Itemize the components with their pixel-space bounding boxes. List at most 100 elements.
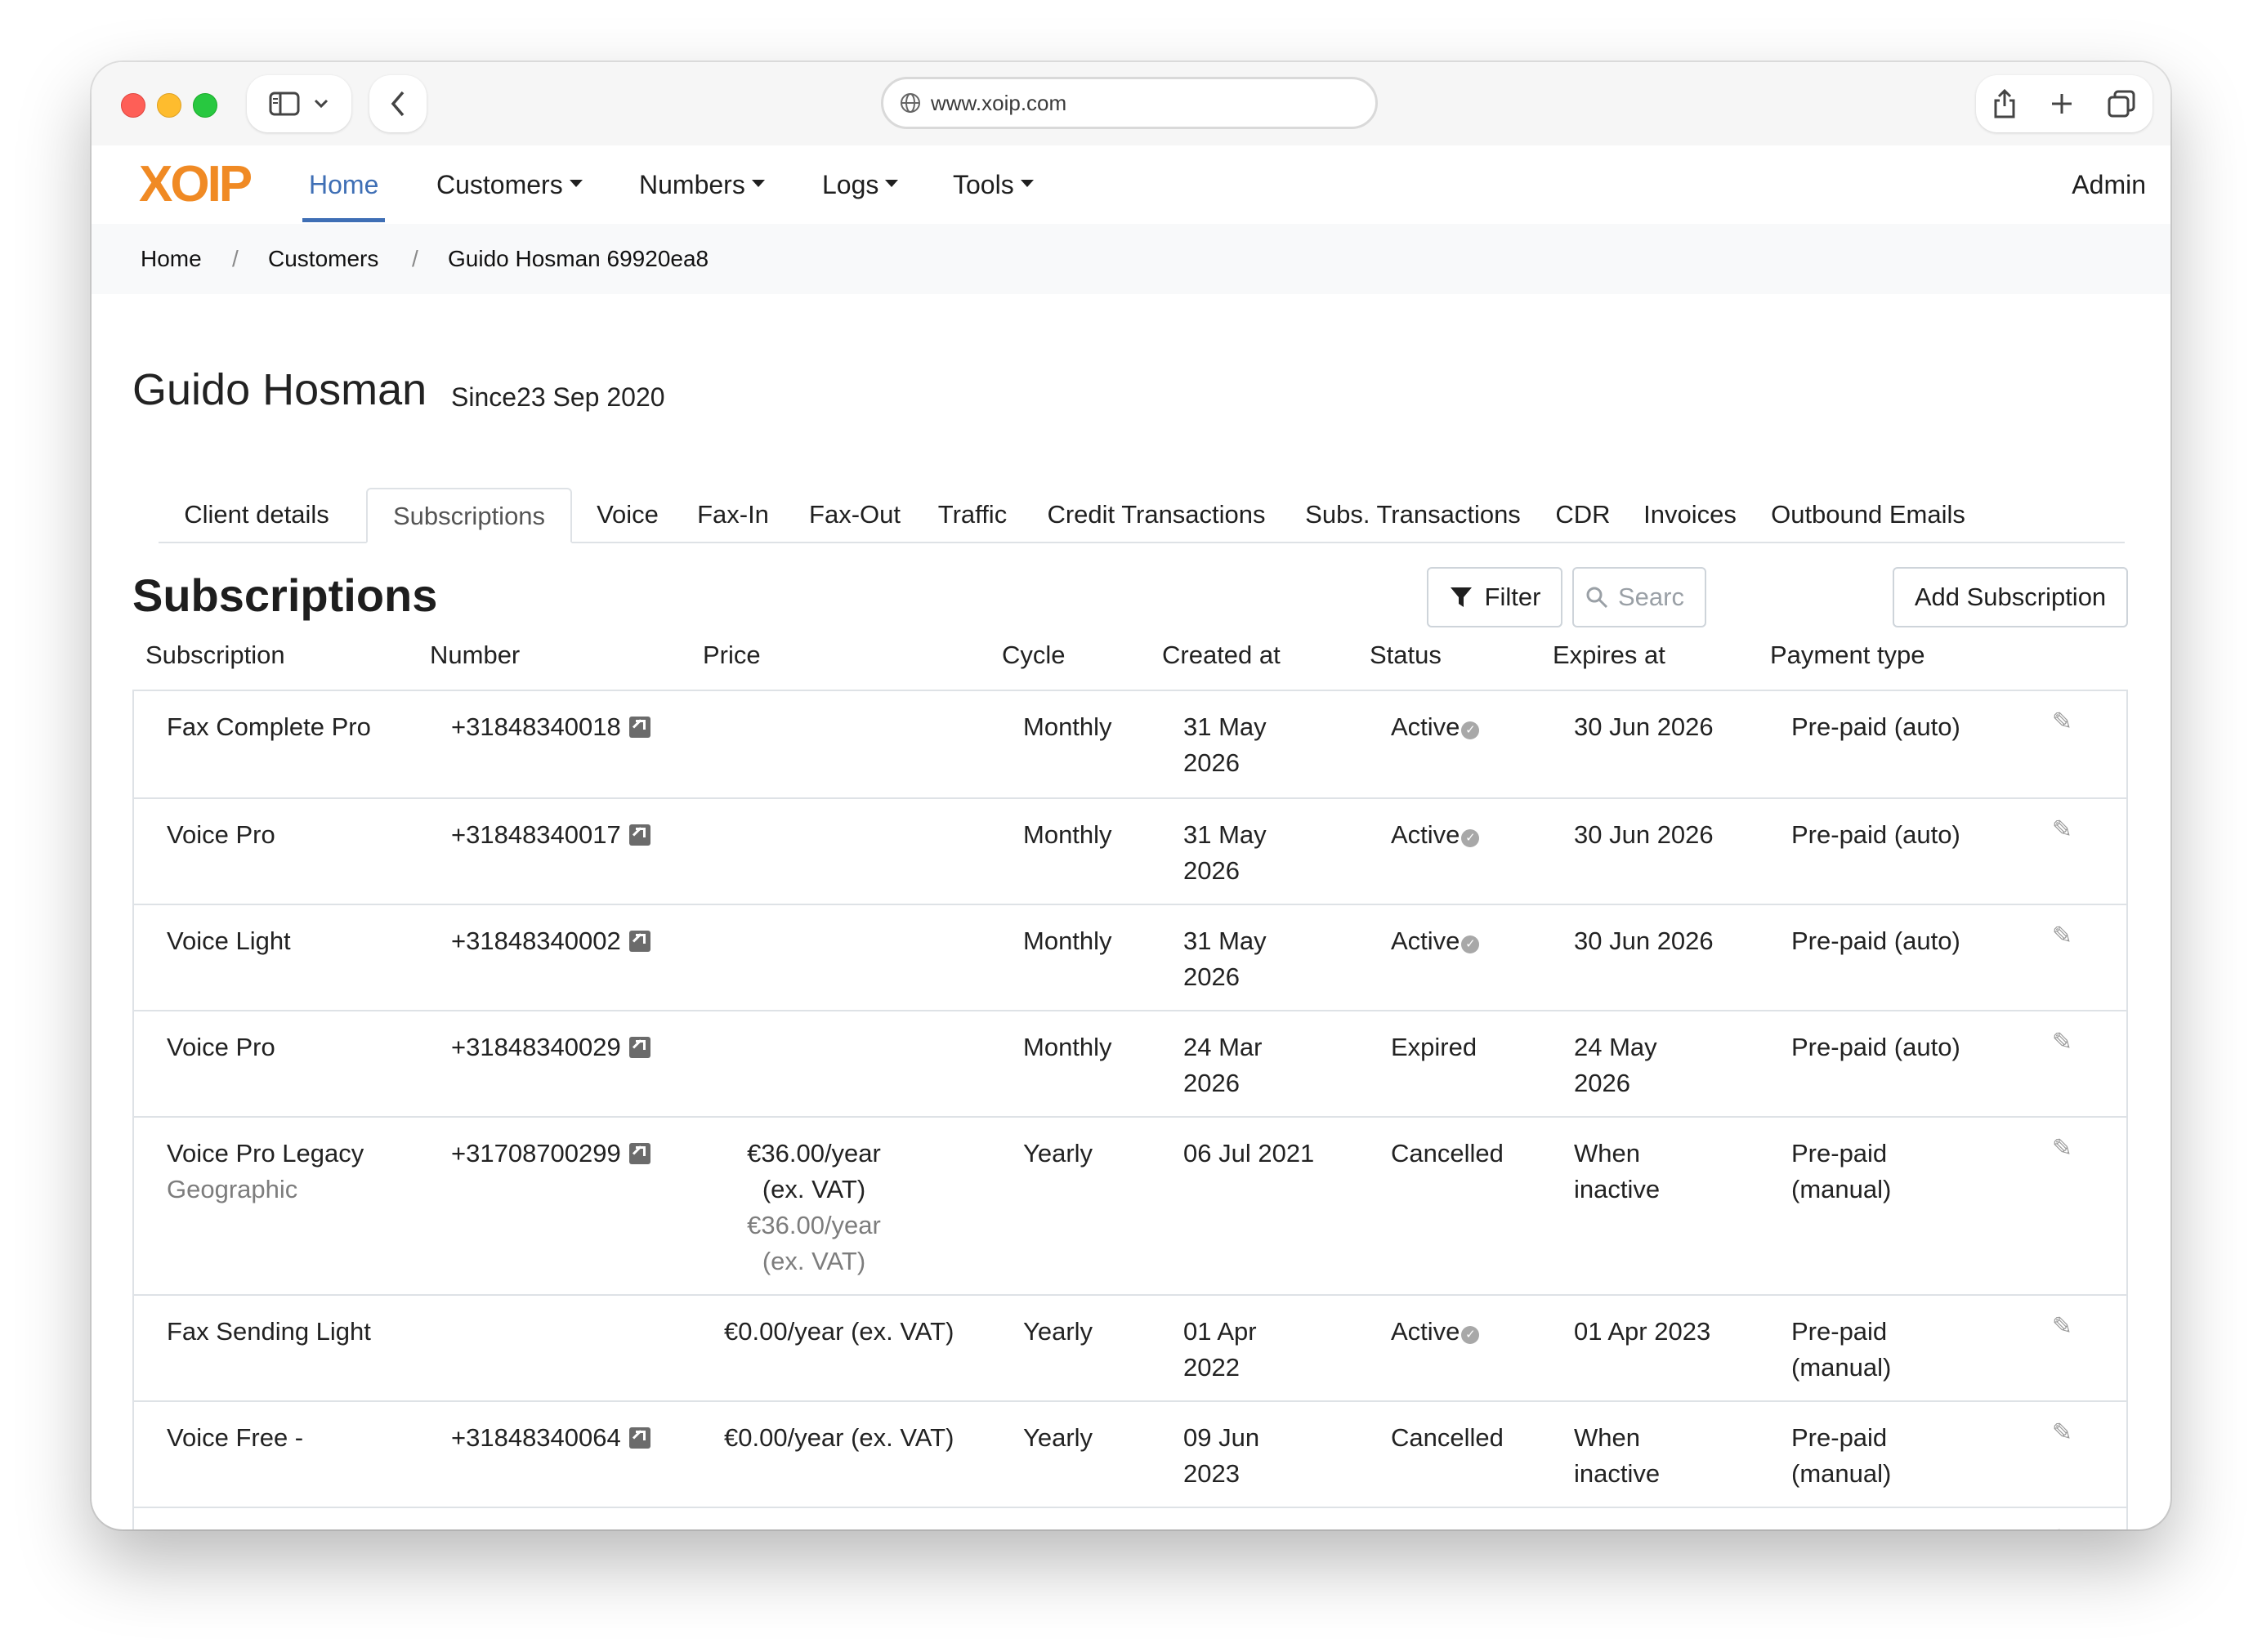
breadcrumb-current: Guido Hosman 69920ea8 xyxy=(448,246,709,271)
cell-status: Cancelled xyxy=(1391,1139,1504,1168)
tab-voice[interactable]: Voice xyxy=(587,488,668,542)
column-header-subscription[interactable]: Subscription xyxy=(145,641,285,670)
tab-subscriptions[interactable]: Subscriptions xyxy=(366,488,572,543)
created-year-line: 2026 xyxy=(1183,856,1240,885)
created-date-line: 09 Jun xyxy=(1183,1423,1260,1452)
table-row[interactable]: Fax Sending Light €0.00/year (ex. VAT) Y… xyxy=(134,1296,2126,1402)
nav-numbers-dropdown[interactable]: Numbers xyxy=(639,145,765,224)
pencil-edit-icon[interactable]: ✎ xyxy=(2052,1028,2072,1056)
cell-number: +31848340064 xyxy=(451,1420,650,1456)
nav-numbers-label: Numbers xyxy=(639,170,745,199)
check-circle-icon: ✓ xyxy=(1461,721,1480,739)
external-link-icon[interactable] xyxy=(628,931,650,952)
nav-logs-label: Logs xyxy=(822,170,879,199)
nav-home-label: Home xyxy=(309,170,379,199)
search-placeholder: Searc xyxy=(1618,583,1684,611)
table-row[interactable]: Voice Pro +31848340029 Monthly 24 Mar 202… xyxy=(134,1011,2126,1118)
table-row[interactable]: Voice Free - +31848340064 €0.00/year (ex… xyxy=(134,1402,2126,1508)
column-header-created-at[interactable]: Created at xyxy=(1162,641,1281,670)
address-bar[interactable]: www.xoip.com xyxy=(881,77,1378,129)
column-header-cycle[interactable]: Cycle xyxy=(1002,641,1066,670)
zoom-window-button[interactable] xyxy=(193,93,217,118)
tab-subs-transactions[interactable]: Subs. Transactions xyxy=(1294,488,1531,542)
cell-expires-at: 30 Jun 2026 xyxy=(1574,712,1714,741)
cell-cycle: Monthly xyxy=(1023,1033,1112,1061)
filter-button[interactable]: Filter xyxy=(1427,567,1562,627)
cell-payment-type: Pre-paid (auto) xyxy=(1791,712,1960,741)
xoip-logo[interactable]: XOIP xyxy=(139,152,253,217)
status-text: Active xyxy=(1391,712,1460,741)
tab-fax-out[interactable]: Fax-Out xyxy=(798,488,912,542)
caret-down-icon xyxy=(751,180,765,188)
pencil-edit-icon[interactable]: ✎ xyxy=(2052,1418,2072,1447)
payment-line-2: (manual) xyxy=(1791,1175,1892,1203)
browser-toolbar: www.xoip.com xyxy=(92,62,2170,145)
tab-traffic[interactable]: Traffic xyxy=(927,488,1018,542)
expires-line-2: inactive xyxy=(1574,1175,1661,1203)
search-input[interactable]: Searc xyxy=(1572,567,1706,627)
share-icon[interactable] xyxy=(1992,88,2017,119)
column-header-payment-type[interactable]: Payment type xyxy=(1770,641,1925,670)
pencil-edit-icon[interactable]: ✎ xyxy=(2052,1312,2072,1341)
plus-icon[interactable] xyxy=(2050,92,2074,116)
pencil-edit-icon[interactable]: ✎ xyxy=(2052,922,2072,950)
table-row[interactable]: ✎ xyxy=(134,1508,2126,1529)
cell-number: +31848340017 xyxy=(451,817,650,853)
external-link-icon[interactable] xyxy=(628,1143,650,1164)
pencil-edit-icon[interactable]: ✎ xyxy=(2052,1525,2072,1529)
pencil-edit-icon[interactable]: ✎ xyxy=(2052,815,2072,844)
tab-credit-transactions[interactable]: Credit Transactions xyxy=(1033,488,1280,542)
expires-line-1: When xyxy=(1574,1423,1640,1452)
nav-logs-dropdown[interactable]: Logs xyxy=(822,145,899,224)
cell-payment-type: Pre-paid (manual) xyxy=(1791,1136,1891,1208)
nav-home[interactable]: Home xyxy=(302,145,386,224)
table-row[interactable]: Fax Complete Pro +31848340018 Monthly 31… xyxy=(134,691,2126,799)
tab-cdr[interactable]: CDR xyxy=(1546,488,1620,542)
user-menu[interactable]: Admin xyxy=(2072,145,2146,224)
tab-invoices[interactable]: Invoices xyxy=(1634,488,1746,542)
customer-tabs: Client details Subscriptions Voice Fax-I… xyxy=(159,488,2125,543)
external-link-icon[interactable] xyxy=(628,824,650,846)
back-button[interactable] xyxy=(369,75,427,132)
tab-fax-in[interactable]: Fax-In xyxy=(683,488,783,542)
minimize-window-button[interactable] xyxy=(157,93,181,118)
cell-expires-at: 30 Jun 2026 xyxy=(1574,926,1714,955)
column-header-number[interactable]: Number xyxy=(430,641,520,670)
cell-payment-type: Pre-paid (manual) xyxy=(1791,1314,1891,1386)
expires-line-2: inactive xyxy=(1574,1459,1661,1488)
external-link-icon[interactable] xyxy=(628,717,650,738)
filter-icon xyxy=(1450,587,1472,607)
cell-subscription: Voice Pro Legacy Geographic xyxy=(167,1136,364,1208)
column-header-expires-at[interactable]: Expires at xyxy=(1553,641,1665,670)
table-row[interactable]: Voice Pro Legacy Geographic +31708700299 … xyxy=(134,1118,2126,1296)
add-subscription-button[interactable]: Add Subscription xyxy=(1893,567,2128,627)
breadcrumb-home[interactable]: Home xyxy=(141,224,202,294)
customer-since: Since23 Sep 2020 xyxy=(451,382,665,412)
cell-created-at: 24 Mar 2026 xyxy=(1183,1029,1262,1101)
cell-price: €0.00/year (ex. VAT) xyxy=(724,1317,954,1346)
tab-client-details[interactable]: Client details xyxy=(175,488,338,542)
external-link-icon[interactable] xyxy=(628,1037,650,1058)
cell-subscription: Voice Pro xyxy=(167,1033,275,1061)
breadcrumb-customers[interactable]: Customers xyxy=(268,224,378,294)
sidebar-toggle-button[interactable] xyxy=(247,75,351,132)
check-circle-icon: ✓ xyxy=(1461,1326,1480,1344)
pencil-edit-icon[interactable]: ✎ xyxy=(2052,708,2072,736)
nav-customers-dropdown[interactable]: Customers xyxy=(436,145,583,224)
cell-subscription: Fax Sending Light xyxy=(167,1317,371,1346)
nav-tools-dropdown[interactable]: Tools xyxy=(953,145,1034,224)
tabs-overview-icon[interactable] xyxy=(2107,89,2136,118)
breadcrumb-separator: / xyxy=(232,246,239,271)
column-header-status[interactable]: Status xyxy=(1370,641,1442,670)
pencil-edit-icon[interactable]: ✎ xyxy=(2052,1134,2072,1163)
table-row[interactable]: Voice Pro +31848340017 Monthly 31 May 202… xyxy=(134,799,2126,905)
cell-status: Cancelled xyxy=(1391,1423,1504,1452)
table-row[interactable]: Voice Light +31848340002 Monthly 31 May 2… xyxy=(134,905,2126,1011)
number-text: +31848340029 xyxy=(451,1033,621,1061)
close-window-button[interactable] xyxy=(121,93,145,118)
expires-line-1: When xyxy=(1574,1139,1640,1168)
tab-outbound-emails[interactable]: Outbound Emails xyxy=(1760,488,1976,542)
external-link-icon[interactable] xyxy=(628,1427,650,1449)
column-header-price[interactable]: Price xyxy=(703,641,761,670)
cell-cycle: Monthly xyxy=(1023,712,1112,741)
